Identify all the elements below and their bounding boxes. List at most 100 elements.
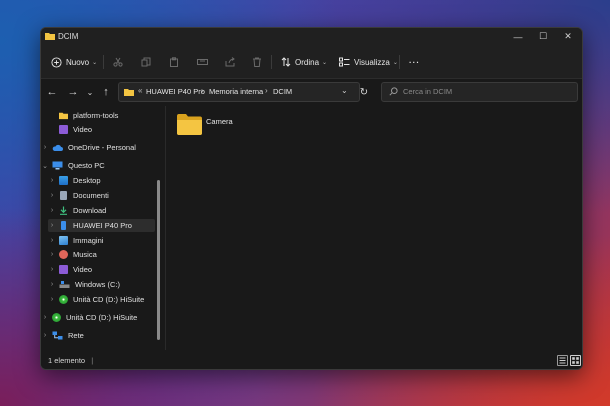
recent-locations-button[interactable]: ⌄ (83, 85, 97, 99)
rename-button[interactable] (197, 54, 208, 70)
forward-button[interactable]: → (66, 85, 80, 99)
sort-label: Ordina (295, 57, 320, 67)
close-icon: ✕ (564, 31, 572, 41)
view-icon (339, 57, 350, 67)
copy-button[interactable] (141, 54, 151, 70)
address-row: ← → ⌄ ↑ « HUAWEI P40 Pro › Memoria inter… (41, 79, 582, 105)
chevron-right-icon: › (43, 144, 47, 151)
arrow-up-icon: ↑ (103, 86, 109, 98)
maximize-button[interactable]: ☐ (531, 29, 555, 44)
folder-icon (59, 112, 68, 120)
sidebar-item-cd-drive[interactable]: › Unità CD (D:) HiSuite (48, 293, 158, 306)
sidebar-item-label: Unità CD (D:) HiSuite (73, 295, 145, 304)
sidebar-item-documenti[interactable]: › Documenti (48, 189, 158, 202)
cd-icon (52, 313, 61, 322)
content-pane: Camera (166, 106, 582, 350)
more-icon: ··· (409, 57, 420, 67)
video-icon (59, 265, 68, 274)
chevron-right-icon: › (43, 332, 47, 339)
more-options-button[interactable]: ··· (409, 54, 420, 70)
folder-icon (124, 89, 134, 96)
folder-icon (45, 33, 55, 40)
chevron-right-icon: › (50, 281, 54, 288)
sidebar-item-huawei-p40-pro[interactable]: › HUAWEI P40 Pro (48, 219, 155, 232)
sidebar-item-windows-c[interactable]: › Windows (C:) (48, 278, 158, 291)
sidebar-item-label: Desktop (73, 176, 101, 185)
share-button[interactable] (225, 54, 235, 70)
scissors-icon (113, 57, 123, 67)
video-icon (59, 125, 68, 134)
breadcrumb-overflow-icon: « (138, 86, 143, 95)
search-icon (389, 87, 398, 96)
navigation-scrollbar[interactable] (157, 125, 160, 340)
sidebar-item-label: HUAWEI P40 Pro (73, 221, 132, 230)
sidebar-item-musica[interactable]: › Musica (48, 248, 158, 261)
close-button[interactable]: ✕ (556, 29, 580, 44)
sidebar-item-cd-drive-root[interactable]: › Unità CD (D:) HiSuite (41, 311, 159, 324)
details-view-button[interactable] (557, 355, 568, 366)
chevron-right-icon: › (50, 177, 54, 184)
cloud-icon (52, 144, 63, 151)
chevron-down-icon: ⌄ (86, 87, 94, 97)
plus-circle-icon (51, 56, 62, 68)
address-bar[interactable]: « HUAWEI P40 Pro › Memoria interna › DCI… (118, 82, 360, 102)
share-icon (225, 57, 235, 67)
back-button[interactable]: ← (45, 85, 59, 99)
breadcrumb-item[interactable]: Memoria interna (209, 87, 263, 96)
sidebar-item-platform-tools[interactable]: platform-tools (48, 109, 158, 122)
music-icon (59, 250, 68, 259)
chevron-right-icon: › (50, 207, 54, 214)
chevron-right-icon: › (50, 222, 54, 229)
sidebar-item-label: OneDrive - Personal (68, 143, 136, 152)
scrollbar-thumb[interactable] (157, 180, 160, 340)
chevron-down-icon[interactable]: ⌄ (341, 86, 348, 95)
sidebar-item-label: platform-tools (73, 111, 119, 120)
phone-icon (61, 221, 66, 230)
maximize-icon: ☐ (538, 31, 548, 41)
sidebar-item-label: Unità CD (D:) HiSuite (66, 313, 138, 322)
sort-button[interactable]: Ordina ⌄ (281, 54, 327, 70)
toolbar-separator (271, 55, 272, 69)
refresh-button[interactable]: ↻ (357, 85, 371, 99)
delete-button[interactable] (252, 54, 262, 70)
search-input[interactable]: Cerca in DCIM (403, 87, 452, 96)
item-count: 1 elemento | (48, 356, 93, 365)
minimize-icon: — (513, 31, 523, 42)
document-icon (60, 191, 67, 200)
sidebar-item-immagini[interactable]: › Immagini (48, 234, 158, 247)
sidebar-item-label: Questo PC (68, 161, 105, 170)
sidebar-item-rete[interactable]: › Rete (41, 329, 159, 342)
minimize-button[interactable]: — (506, 29, 530, 44)
folder-item-camera[interactable]: Camera (177, 113, 233, 135)
sidebar-item-label: Documenti (73, 191, 109, 200)
sidebar-item-this-pc[interactable]: ⌄ Questo PC (41, 159, 159, 172)
chevron-right-icon: › (50, 251, 54, 258)
sidebar-item-video-pc[interactable]: › Video (48, 263, 158, 276)
breadcrumb-item[interactable]: DCIM (273, 87, 292, 96)
sidebar-item-download[interactable]: › Download (48, 204, 158, 217)
sidebar-item-onedrive[interactable]: › OneDrive - Personal (41, 141, 159, 154)
drive-icon (59, 281, 70, 288)
new-button[interactable]: Nuovo ⌄ (51, 54, 97, 70)
paste-button[interactable] (169, 54, 179, 70)
sidebar-item-desktop[interactable]: › Desktop (48, 174, 158, 187)
sidebar-item-label: Immagini (73, 236, 104, 245)
cut-button[interactable] (113, 54, 123, 70)
chevron-right-icon: › (50, 296, 54, 303)
sidebar-item-video[interactable]: Video (48, 123, 158, 136)
breadcrumb-item[interactable]: HUAWEI P40 Pro (146, 87, 205, 96)
new-label: Nuovo (66, 57, 90, 67)
pc-icon (52, 161, 63, 170)
search-box[interactable]: Cerca in DCIM (381, 82, 578, 102)
arrow-right-icon: → (67, 86, 79, 98)
network-icon (52, 331, 63, 340)
folder-label: Camera (206, 116, 233, 126)
tiles-view-button[interactable] (570, 355, 581, 366)
title-bar: DCIM — ☐ ✕ (41, 28, 582, 46)
view-button[interactable]: Visualizza ⌄ (339, 54, 398, 70)
sidebar-item-label: Video (73, 265, 93, 274)
up-button[interactable]: ↑ (99, 85, 113, 99)
navigation-pane: platform-tools Video › OneDrive - Person… (41, 106, 163, 350)
chevron-right-icon: › (43, 314, 47, 321)
clipboard-icon (170, 57, 178, 67)
